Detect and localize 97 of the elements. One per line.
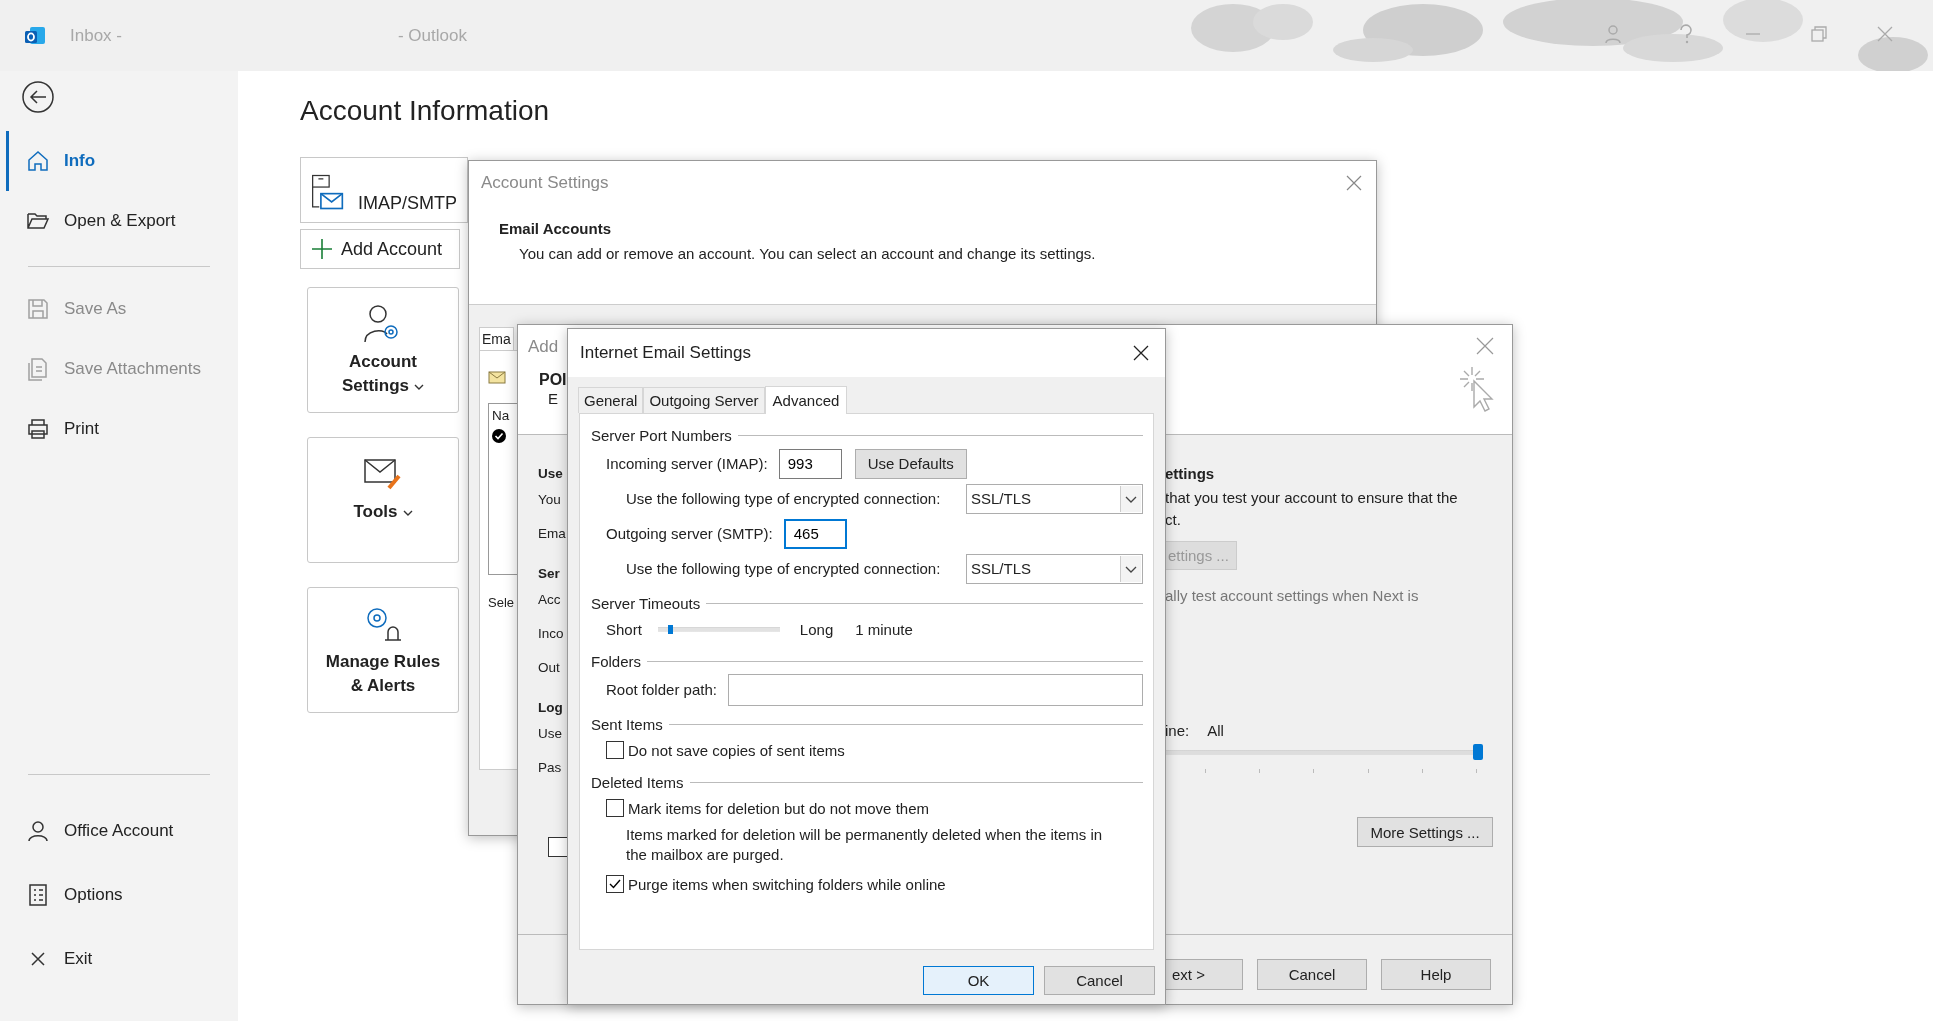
encryption-dropdown[interactable]: SSL/TLS xyxy=(966,483,1143,514)
checkbox-label: Do not save copies of sent items xyxy=(628,741,845,759)
options-icon xyxy=(26,883,50,907)
timeout-value: 1 minute xyxy=(855,620,913,638)
sidebar-item[interactable]: Print xyxy=(0,399,238,459)
label-text: Inco xyxy=(538,625,564,643)
label-text: Ema xyxy=(538,525,566,543)
attach-icon xyxy=(26,357,50,381)
port-field[interactable]: 993 xyxy=(778,448,842,479)
field-label: Use the following type of encrypted connection: xyxy=(626,560,941,577)
use-defaults-button[interactable]: Use Defaults xyxy=(854,448,967,479)
tile-button[interactable]: Account Settings xyxy=(307,287,459,413)
label-text: You xyxy=(538,491,561,509)
label-text: Log xyxy=(538,699,563,717)
description-text: ct. xyxy=(1165,510,1181,530)
tile-button[interactable]: Tools xyxy=(307,437,459,563)
checkbox-label: Mark items for deletion but do not move them xyxy=(628,799,929,817)
column-header: Na xyxy=(492,408,511,423)
dialog-button[interactable]: OK xyxy=(923,966,1034,995)
encryption-dropdown[interactable]: SSL/TLS xyxy=(966,553,1143,584)
account-card[interactable]: IMAP/SMTP xyxy=(300,157,468,223)
caret-icon xyxy=(1120,485,1141,512)
help-icon[interactable] xyxy=(1677,22,1695,46)
dialog-button[interactable]: Help xyxy=(1381,959,1491,990)
page-heading: Account Information xyxy=(300,95,551,127)
dialog-button[interactable]: ext > xyxy=(1165,959,1243,990)
slider-value: All xyxy=(1207,722,1224,739)
section-heading: Email Accounts xyxy=(499,220,612,237)
label-text: Use xyxy=(538,725,562,743)
group-title: Folders xyxy=(591,652,642,670)
field-label: Use the following type of encrypted connection: xyxy=(626,490,941,507)
header-subtitle: E xyxy=(548,390,558,407)
slider-max-label: Long xyxy=(799,620,834,638)
tab[interactable]: Advanced xyxy=(764,386,848,414)
checkbox[interactable] xyxy=(606,799,624,817)
check-circle-icon xyxy=(492,429,506,443)
group-title: Server Port Numbers xyxy=(591,426,732,444)
group-title: Server Timeouts xyxy=(591,594,701,612)
window-title: - Outlook xyxy=(398,25,467,46)
tab[interactable]: Ema xyxy=(479,327,514,350)
checkbox[interactable] xyxy=(606,741,624,759)
header-title: POI xyxy=(539,371,567,389)
sidebar-item[interactable]: Info xyxy=(6,131,238,191)
chevron-down-icon xyxy=(402,508,413,517)
section-heading: ettings xyxy=(1165,464,1215,484)
add-account-button[interactable]: Add Account xyxy=(300,229,460,269)
caret-icon xyxy=(1120,555,1141,582)
group-title: Sent Items xyxy=(591,715,663,733)
description-text: You can add or remove an account. You can select an account and change its settings. xyxy=(519,245,1097,262)
back-icon[interactable] xyxy=(21,80,55,114)
more-settings-button[interactable]: More Settings ... xyxy=(1357,817,1493,847)
checkbox[interactable] xyxy=(606,875,624,893)
checkbox-label: Purge items when switching folders while online xyxy=(628,875,946,893)
print-icon xyxy=(26,417,50,441)
slider-label: ine: xyxy=(1165,722,1190,739)
label-text: Ser xyxy=(538,565,560,583)
sidebar-item[interactable]: Open & Export xyxy=(0,191,238,251)
tab[interactable]: General xyxy=(578,387,644,413)
dialog-button[interactable]: Cancel xyxy=(1257,959,1367,990)
field-label: Root folder path: xyxy=(606,681,717,698)
tab[interactable]: Outgoing Server xyxy=(643,387,765,413)
slider-thumb[interactable] xyxy=(668,624,674,634)
check-icon xyxy=(608,877,622,891)
envelope-icon xyxy=(488,369,506,385)
tile-button[interactable]: Manage Rules & Alerts xyxy=(307,587,459,713)
dialog-title: Add xyxy=(528,337,559,357)
cursor-sparkle-icon xyxy=(1458,365,1494,413)
sidebar-item[interactable]: Office Account xyxy=(0,799,238,863)
field-label: Outgoing server (SMTP): xyxy=(606,525,773,542)
dialog-title: Internet Email Settings xyxy=(580,343,752,363)
field-label: Incoming server (IMAP): xyxy=(606,455,768,472)
save-icon xyxy=(26,297,50,321)
sidebar-item[interactable]: Exit xyxy=(0,927,238,991)
app-logo-icon xyxy=(24,24,46,47)
slider-min-label: Short xyxy=(606,620,642,638)
label-text: Acc xyxy=(538,591,561,609)
dialog-title: Account Settings xyxy=(481,173,609,193)
group-title: Deleted Items xyxy=(591,773,684,791)
label-text: Out xyxy=(538,659,560,677)
plus-icon xyxy=(311,238,333,260)
checkbox[interactable] xyxy=(548,837,568,857)
instruction-text: Sele xyxy=(488,595,515,610)
window-title: Inbox - xyxy=(70,25,122,46)
label-text: Pas xyxy=(538,759,562,777)
dialog-button[interactable]: Cancel xyxy=(1044,966,1155,995)
option-text: ally test account settings when Next is xyxy=(1165,587,1419,604)
root-folder-field[interactable] xyxy=(727,673,1143,706)
chevron-down-icon xyxy=(414,382,425,391)
label-text: Use xyxy=(538,465,563,483)
description-text: that you test your account to ensure that the xyxy=(1165,488,1458,508)
close-icon[interactable] xyxy=(1133,345,1149,361)
note-text: Items marked for deletion will be permanently deleted when the items in the mailbox are purged. xyxy=(626,825,1104,865)
sidebar-item[interactable]: Options xyxy=(0,863,238,927)
port-field[interactable]: 465 xyxy=(783,518,847,549)
home-icon xyxy=(26,149,50,173)
slider-thumb[interactable] xyxy=(1473,744,1483,760)
person-icon xyxy=(26,819,50,843)
